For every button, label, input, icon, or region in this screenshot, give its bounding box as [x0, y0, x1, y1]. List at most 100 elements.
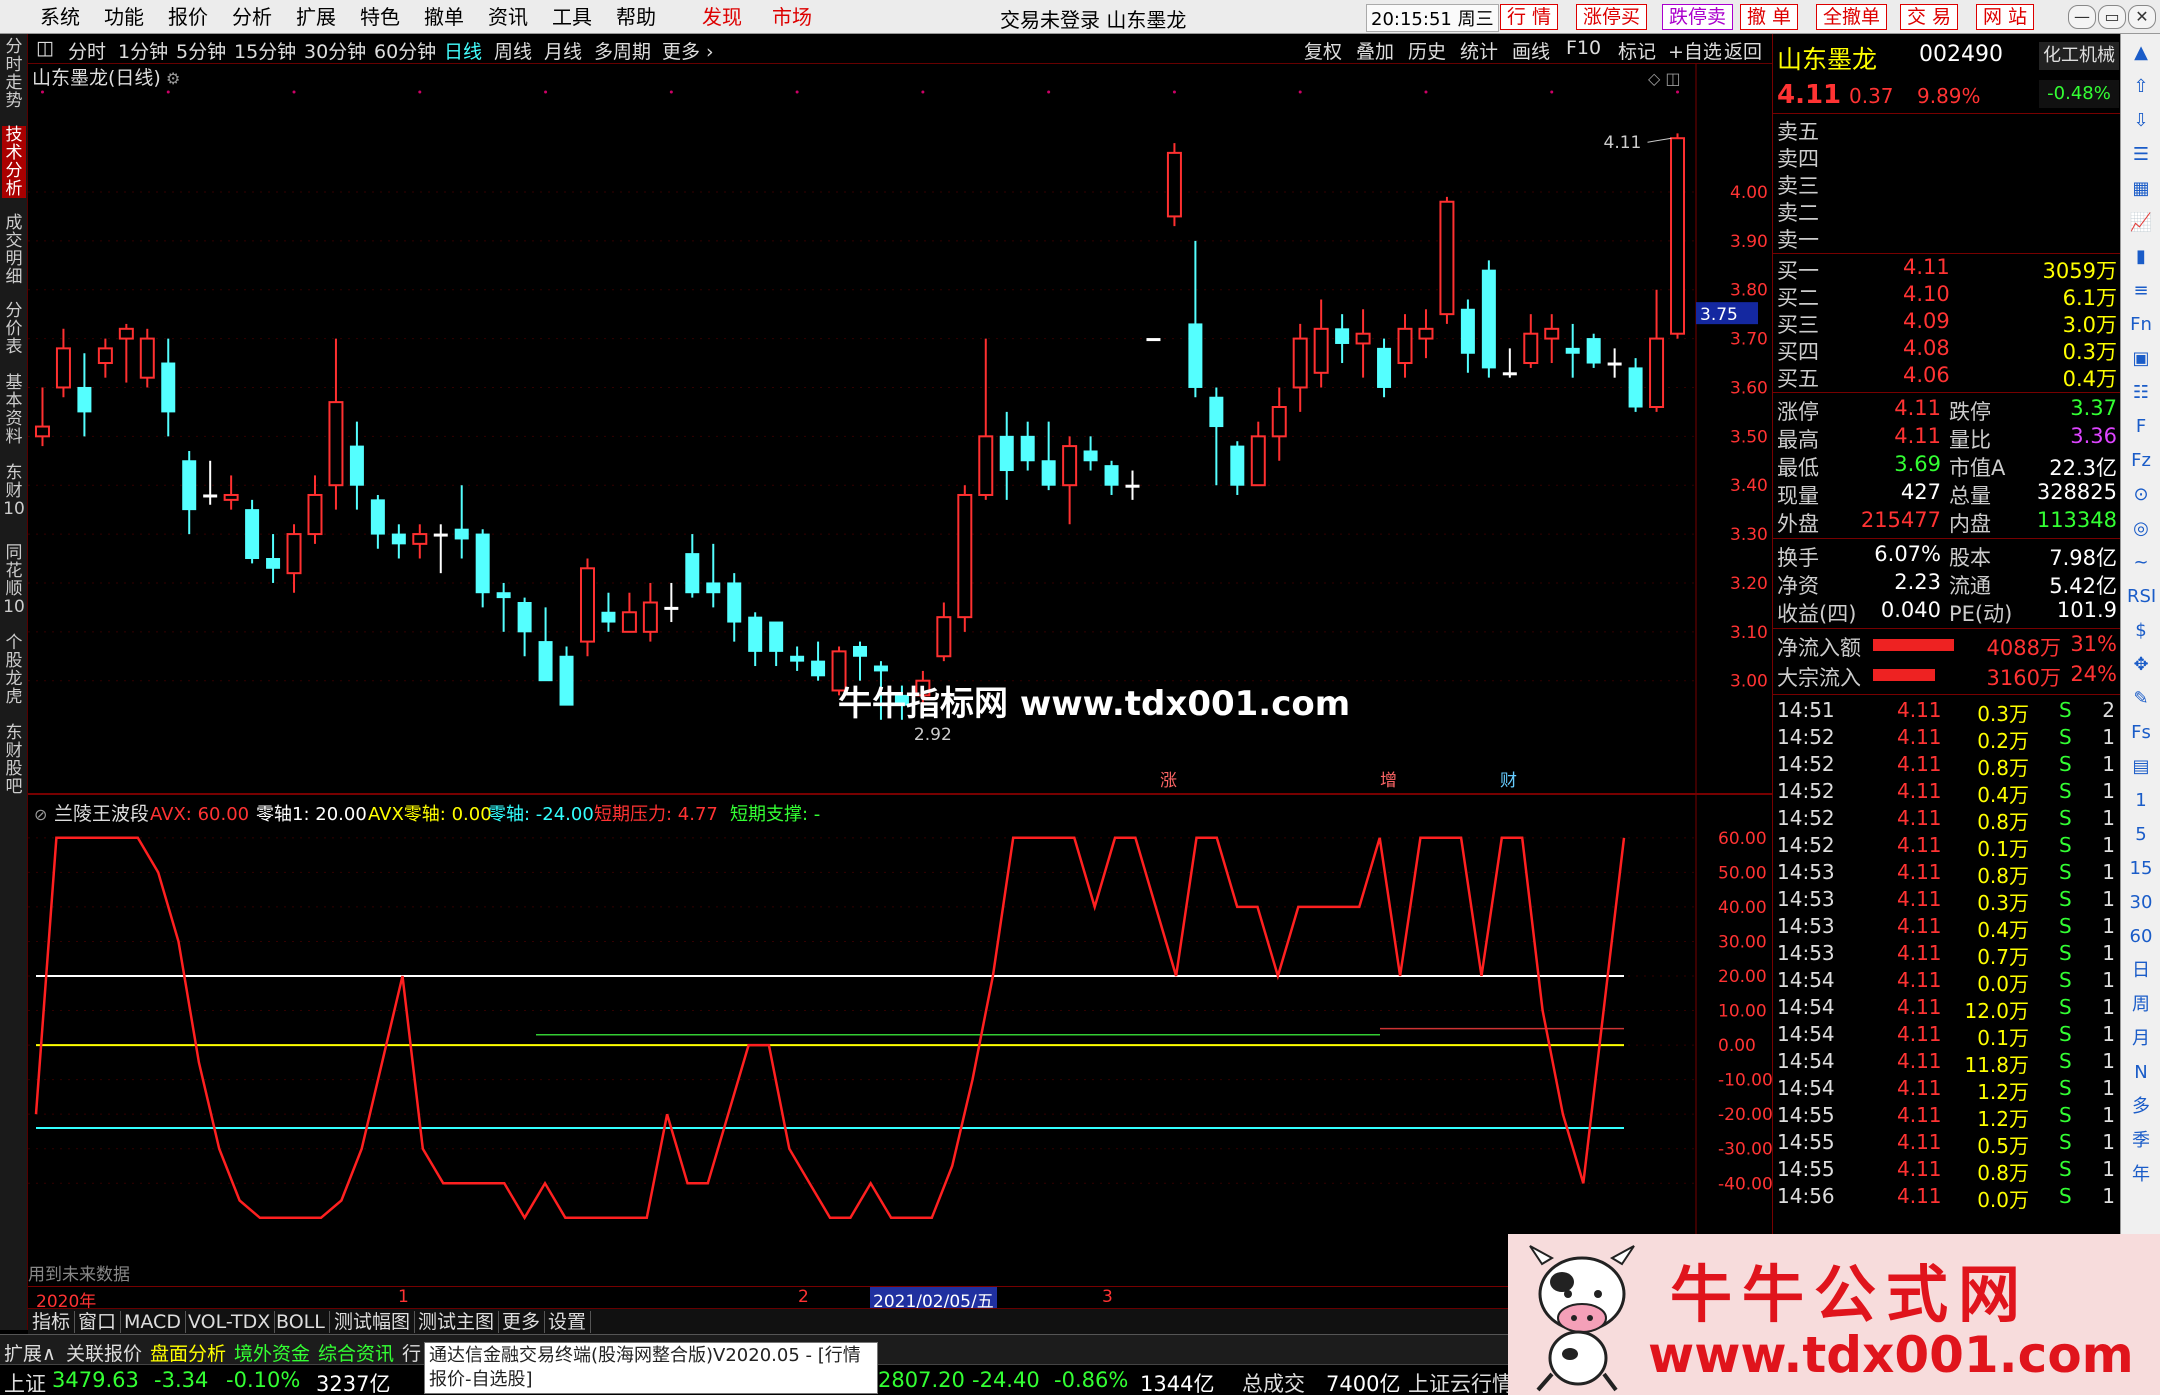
quote-button[interactable]: 行 情: [1500, 4, 1559, 30]
website-button[interactable]: 网 站: [1976, 4, 2035, 30]
toolstrip-icon[interactable]: ✎: [2127, 686, 2155, 712]
settings-icon[interactable]: ⚙: [166, 69, 180, 88]
candle[interactable]: [579, 558, 595, 657]
sell-level-row[interactable]: 卖一: [1773, 224, 2121, 252]
menu-quote[interactable]: 报价: [168, 4, 208, 30]
buy-level-row[interactable]: 买四 4.08 0.3万: [1773, 336, 2121, 364]
period-5min[interactable]: 5分钟: [176, 37, 226, 64]
toolstrip-icon[interactable]: ▤: [2127, 754, 2155, 780]
period-60min[interactable]: 60分钟: [374, 37, 436, 64]
candle[interactable]: [1146, 338, 1161, 342]
buy-level-row[interactable]: 买二 4.10 6.1万: [1773, 282, 2121, 310]
candle[interactable]: [957, 485, 973, 632]
toolstrip-icon[interactable]: 1: [2127, 788, 2155, 814]
toolstrip-icon[interactable]: 30: [2127, 890, 2155, 916]
tick-row[interactable]: 14:52 4.11 0.2万 S 1: [1773, 725, 2121, 753]
period-multi[interactable]: 多周期: [594, 37, 651, 64]
tab-intraday[interactable]: 分时走势: [2, 38, 26, 110]
tab-dragon-tiger[interactable]: 个股龙虎: [2, 634, 26, 706]
sell-level-row[interactable]: 卖四: [1773, 143, 2121, 171]
tick-row[interactable]: 14:51 4.11 0.3万 S 2: [1773, 698, 2121, 726]
toolstrip-icon[interactable]: 季: [2127, 1128, 2155, 1154]
toolstrip-icon[interactable]: N: [2127, 1060, 2155, 1086]
add-favorite-button[interactable]: +自选: [1668, 37, 1722, 64]
tick-row[interactable]: 14:52 4.11 0.1万 S 1: [1773, 833, 2121, 861]
menu-tools[interactable]: 工具: [552, 4, 592, 30]
period-more[interactable]: 更多 ›: [662, 37, 714, 64]
toolstrip-icon[interactable]: ▮: [2127, 244, 2155, 270]
toolstrip-icon[interactable]: ≡: [2127, 278, 2155, 304]
tick-row[interactable]: 14:54 4.11 0.1万 S 1: [1773, 1022, 2121, 1050]
draw-button[interactable]: 画线: [1512, 37, 1550, 64]
cancel-all-button[interactable]: 全撤单: [1816, 4, 1888, 30]
toolstrip-icon[interactable]: 月: [2127, 1026, 2155, 1052]
toolstrip-icon[interactable]: ☷: [2127, 380, 2155, 406]
indicator-tab-test-sub[interactable]: 测试幅图: [330, 1311, 416, 1333]
tick-row[interactable]: 14:52 4.11 0.4万 S 1: [1773, 779, 2121, 807]
indicator-tab-more[interactable]: 更多: [498, 1311, 546, 1333]
candle[interactable]: [1481, 260, 1496, 378]
back-button[interactable]: 返回: [1724, 37, 1762, 64]
toolstrip-icon[interactable]: 日: [2127, 958, 2155, 984]
tick-row[interactable]: 14:52 4.11 0.8万 S 1: [1773, 806, 2121, 834]
tick-row[interactable]: 14:56 4.11 0.0万 S 1: [1773, 1184, 2121, 1212]
toolstrip-icon[interactable]: ▦: [2127, 176, 2155, 202]
tick-row[interactable]: 14:53 4.11 0.8万 S 1: [1773, 860, 2121, 888]
candle[interactable]: [1166, 143, 1182, 227]
menu-help[interactable]: 帮助: [616, 4, 656, 30]
menu-analysis[interactable]: 分析: [232, 4, 272, 30]
menu-discover[interactable]: 发现: [702, 4, 742, 30]
candle[interactable]: [1586, 333, 1601, 368]
tick-row[interactable]: 14:55 4.11 1.2万 S 1: [1773, 1103, 2121, 1131]
tick-row[interactable]: 14:55 4.11 0.5万 S 1: [1773, 1130, 2121, 1158]
menu-extend[interactable]: 扩展: [296, 4, 336, 30]
foreign-capital-button[interactable]: 境外资金: [234, 1339, 310, 1366]
minimize-icon[interactable]: —: [2068, 5, 2096, 29]
tick-row[interactable]: 14:54 4.11 12.0万 S 1: [1773, 995, 2121, 1023]
cancel-order-button[interactable]: 撤 单: [1740, 4, 1799, 30]
toolstrip-icon[interactable]: 年: [2127, 1162, 2155, 1188]
event-marker[interactable]: 涨: [1160, 771, 1177, 791]
toolstrip-icon[interactable]: Fs: [2127, 720, 2155, 746]
tick-row[interactable]: 14:54 4.11 1.2万 S 1: [1773, 1076, 2121, 1104]
menu-news[interactable]: 资讯: [488, 4, 528, 30]
toolstrip-icon[interactable]: RSI: [2127, 584, 2156, 610]
buy-level-row[interactable]: 买五 4.06 0.4万: [1773, 363, 2121, 391]
toolstrip-icon[interactable]: ◎: [2127, 516, 2155, 542]
adjust-button[interactable]: 复权: [1304, 37, 1342, 64]
period-30min[interactable]: 30分钟: [304, 37, 366, 64]
period-1min[interactable]: 1分钟: [118, 37, 168, 64]
period-daily[interactable]: 日线: [444, 37, 482, 64]
toolstrip-icon[interactable]: 📈: [2127, 210, 2155, 236]
tab-eastmoney[interactable]: 东财10: [2, 464, 26, 518]
trade-button[interactable]: 交 易: [1900, 4, 1959, 30]
cloud-quote[interactable]: 上证云行情: [1408, 1368, 1513, 1395]
tab-technical[interactable]: 技术分析: [2, 126, 26, 198]
period-monthly[interactable]: 月线: [544, 37, 582, 64]
menu-cancel-order[interactable]: 撤单: [424, 4, 464, 30]
toolstrip-icon[interactable]: ▲: [2127, 40, 2155, 66]
candle[interactable]: [1439, 196, 1455, 324]
buy-level-row[interactable]: 买三 4.09 3.0万: [1773, 309, 2121, 337]
limit-up-buy-button[interactable]: 涨停买: [1576, 4, 1648, 30]
mark-button[interactable]: 标记: [1618, 37, 1656, 64]
menu-market[interactable]: 市场: [772, 4, 812, 30]
sell-level-row[interactable]: 卖五: [1773, 116, 2121, 144]
candle[interactable]: [1670, 133, 1686, 339]
candle[interactable]: [139, 328, 155, 388]
overlay-button[interactable]: 叠加: [1356, 37, 1394, 64]
indicator-tab-window[interactable]: 窗口: [74, 1311, 122, 1333]
buy-level-row[interactable]: 买一 4.11 3059万: [1773, 255, 2121, 283]
tab-trade-detail[interactable]: 成交明细: [2, 214, 26, 286]
menu-feature[interactable]: 特色: [360, 4, 400, 30]
toolstrip-icon[interactable]: 15: [2127, 856, 2155, 882]
industry-badge[interactable]: 化工机械: [2039, 42, 2119, 70]
history-button[interactable]: 历史: [1408, 37, 1446, 64]
indicator-tab-test-main[interactable]: 测试主图: [414, 1311, 500, 1333]
tick-row[interactable]: 14:54 4.11 0.0万 S 1: [1773, 968, 2121, 996]
indicator-tab-macd[interactable]: MACD: [120, 1311, 186, 1333]
stats-button[interactable]: 统计: [1460, 37, 1498, 64]
related-quote-button[interactable]: 关联报价: [66, 1339, 142, 1366]
maximize-icon[interactable]: ▭: [2098, 5, 2126, 29]
sell-level-row[interactable]: 卖三: [1773, 170, 2121, 198]
